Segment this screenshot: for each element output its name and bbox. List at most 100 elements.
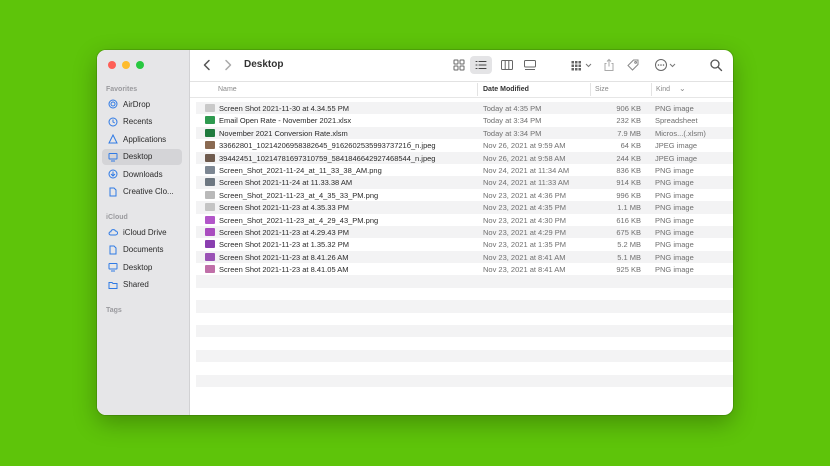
- column-divider[interactable]: [651, 83, 652, 96]
- empty-row: [196, 337, 733, 349]
- file-row[interactable]: Screen Shot 2021-11-24 at 11.33.38 AM Nov…: [196, 176, 733, 189]
- file-kind: Micros...(.xlsm): [655, 128, 706, 138]
- document-icon: [105, 187, 121, 197]
- sidebar-item-downloads[interactable]: Downloads: [102, 166, 182, 182]
- list-view-button[interactable]: [470, 56, 492, 74]
- empty-row: [196, 313, 733, 325]
- column-view-button[interactable]: [500, 58, 514, 72]
- file-row[interactable]: Screen Shot 2021-11-23 at 8.41.26 AM Nov …: [196, 250, 733, 264]
- file-size: 64 KB: [620, 141, 641, 151]
- file-name: Screen_Shot_2021-11-23_at_4_35_33_PM.png: [219, 190, 379, 200]
- file-kind: PNG image: [655, 165, 694, 175]
- file-row[interactable]: November 2021 Conversion Rate.xlsm Today …: [196, 126, 733, 140]
- file-name: Screen_Shot_2021-11-23_at_4_29_43_PM.png: [219, 215, 379, 225]
- column-size[interactable]: Size: [595, 86, 609, 93]
- file-row[interactable]: Screen Shot 2021-11-23 at 8.41.05 AM Nov …: [196, 263, 733, 275]
- sidebar-item-applications[interactable]: Applications: [102, 131, 182, 147]
- file-size: 996 KB: [616, 190, 641, 200]
- file-date: Nov 23, 2021 at 4:36 PM: [483, 190, 566, 200]
- main-pane: Desktop Name Date Modified ⌄ Size Kind S…: [190, 50, 733, 415]
- column-date-modified[interactable]: Date Modified: [483, 86, 529, 93]
- file-row[interactable]: Screen Shot 2021-11-23 at 4.29.43 PM Nov …: [196, 225, 733, 239]
- tag-button[interactable]: [626, 58, 640, 72]
- download-icon: [105, 169, 121, 179]
- file-name: Screen Shot 2021-11-23 at 8.41.26 AM: [219, 252, 349, 262]
- file-date: Nov 23, 2021 at 4:30 PM: [483, 215, 566, 225]
- file-name: Screen Shot 2021-11-23 at 1.35.32 PM: [219, 240, 349, 250]
- file-row[interactable]: Screen_Shot_2021-11-23_at_4_35_33_PM.png…: [196, 189, 733, 201]
- file-row[interactable]: Screen Shot 2021-11-23 at 1.35.32 PM Nov …: [196, 238, 733, 250]
- zoom-button[interactable]: [136, 61, 144, 69]
- gallery-view-button[interactable]: [523, 58, 537, 72]
- file-name: 39442451_10214781697310759_5841846642927…: [219, 153, 436, 163]
- sidebar-item-desktop[interactable]: Desktop: [102, 148, 182, 165]
- file-kind: PNG image: [655, 265, 694, 275]
- sidebar-item-creative-clo[interactable]: Creative Clo...: [102, 184, 182, 200]
- file-name: Screen Shot 2021-11-23 at 8.41.05 AM: [219, 265, 349, 275]
- file-row[interactable]: Screen Shot 2021-11-30 at 4.34.55 PM Toda…: [196, 102, 733, 115]
- empty-row: [196, 349, 733, 363]
- empty-row: [196, 374, 733, 387]
- file-date: Nov 24, 2021 at 11:34 AM: [483, 165, 570, 175]
- sidebar-item-documents[interactable]: Documents: [102, 242, 182, 258]
- column-kind[interactable]: Kind: [656, 86, 670, 93]
- sidebar-item-label: AirDrop: [123, 99, 151, 109]
- tag-icon: [627, 59, 639, 71]
- file-list: Screen Shot 2021-11-30 at 4.34.55 PM Toda…: [196, 102, 733, 399]
- applications-icon: [105, 134, 121, 144]
- share-button[interactable]: [602, 58, 616, 72]
- group-button[interactable]: [570, 58, 594, 72]
- file-kind: JPEG image: [655, 141, 698, 151]
- sidebar-item-airdrop[interactable]: AirDrop: [102, 96, 182, 112]
- file-size: 675 KB: [616, 227, 641, 237]
- file-kind: Spreadsheet: [655, 116, 698, 126]
- column-divider[interactable]: [590, 83, 591, 96]
- desktop-icon: [105, 152, 121, 162]
- file-icon: [205, 252, 215, 261]
- minimize-button[interactable]: [122, 61, 130, 69]
- file-name: November 2021 Conversion Rate.xlsm: [219, 128, 348, 138]
- search-button[interactable]: [709, 58, 723, 72]
- back-button[interactable]: [200, 58, 214, 72]
- sidebar-item-label: Desktop: [123, 262, 153, 272]
- more-icon: [655, 59, 676, 71]
- sidebar-item-icloud-drive[interactable]: iCloud Drive: [102, 224, 182, 240]
- clock-icon: [105, 117, 121, 127]
- sidebar-item-label: Desktop: [123, 152, 153, 161]
- column-name[interactable]: Name: [218, 86, 237, 93]
- close-button[interactable]: [108, 61, 116, 69]
- file-size: 232 KB: [616, 116, 641, 126]
- file-icon: [205, 165, 215, 174]
- icon-view-button[interactable]: [452, 58, 466, 72]
- file-date: Nov 26, 2021 at 9:58 AM: [483, 153, 566, 163]
- sidebar-item-label: Applications: [123, 134, 167, 144]
- chevron-right-icon: [225, 59, 232, 71]
- action-button[interactable]: [654, 58, 678, 72]
- file-row[interactable]: Screen Shot 2021-11-23 at 4.35.33 PM Nov …: [196, 201, 733, 214]
- list-icon: [475, 60, 487, 70]
- sidebar-item-desktop[interactable]: Desktop: [102, 259, 182, 275]
- empty-row: [196, 362, 733, 374]
- file-kind: PNG image: [655, 215, 694, 225]
- sort-chevron-icon: ⌄: [679, 84, 686, 93]
- file-date: Nov 24, 2021 at 11:33 AM: [483, 178, 570, 188]
- file-row[interactable]: Screen_Shot_2021-11-23_at_4_29_43_PM.png…: [196, 214, 733, 226]
- file-row[interactable]: Email Open Rate - November 2021.xlsx Toda…: [196, 114, 733, 126]
- forward-button[interactable]: [221, 58, 235, 72]
- sidebar-item-shared[interactable]: Shared: [102, 277, 182, 293]
- sidebar-item-recents[interactable]: Recents: [102, 114, 182, 130]
- file-icon: [205, 104, 215, 112]
- file-icon: [205, 141, 215, 150]
- file-size: 914 KB: [616, 178, 641, 188]
- file-icon: [205, 215, 215, 224]
- sidebar-item-label: Documents: [123, 245, 164, 254]
- file-size: 836 KB: [616, 165, 641, 175]
- column-divider[interactable]: [477, 83, 478, 96]
- file-kind: PNG image: [655, 227, 694, 237]
- file-kind: PNG image: [655, 240, 694, 250]
- empty-row: [196, 300, 733, 313]
- file-row[interactable]: 33662801_10214206958382645_9162602535993…: [196, 139, 733, 151]
- sidebar-section-label: Tags: [106, 307, 122, 314]
- file-row[interactable]: 39442451_10214781697310759_5841846642927…: [196, 151, 733, 164]
- file-row[interactable]: Screen_Shot_2021-11-24_at_11_33_38_AM.pn…: [196, 164, 733, 176]
